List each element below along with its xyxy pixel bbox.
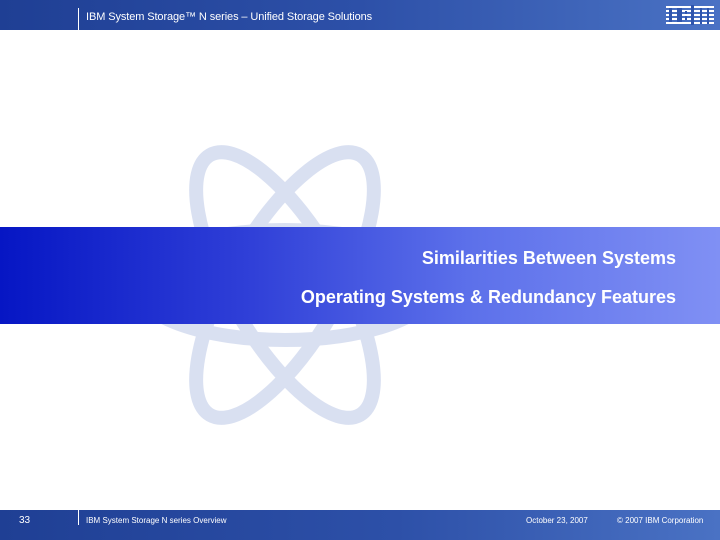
section-title: Similarities Between Systems <box>421 248 676 268</box>
header-divider <box>78 8 79 30</box>
footer-copyright: © 2007 IBM Corporation <box>617 516 704 525</box>
footer-divider <box>78 510 79 525</box>
section-subtitle: Operating Systems & Redundancy Features <box>300 287 676 307</box>
slide-footer <box>0 510 720 540</box>
header-title: IBM System Storage™ N series – Unified S… <box>86 11 373 23</box>
footer-date: October 23, 2007 <box>526 516 588 525</box>
section-title-band <box>0 227 720 324</box>
footer-deck-title: IBM System Storage N series Overview <box>86 516 227 525</box>
page-number: 33 <box>19 515 31 526</box>
ibm-logo <box>666 5 714 25</box>
